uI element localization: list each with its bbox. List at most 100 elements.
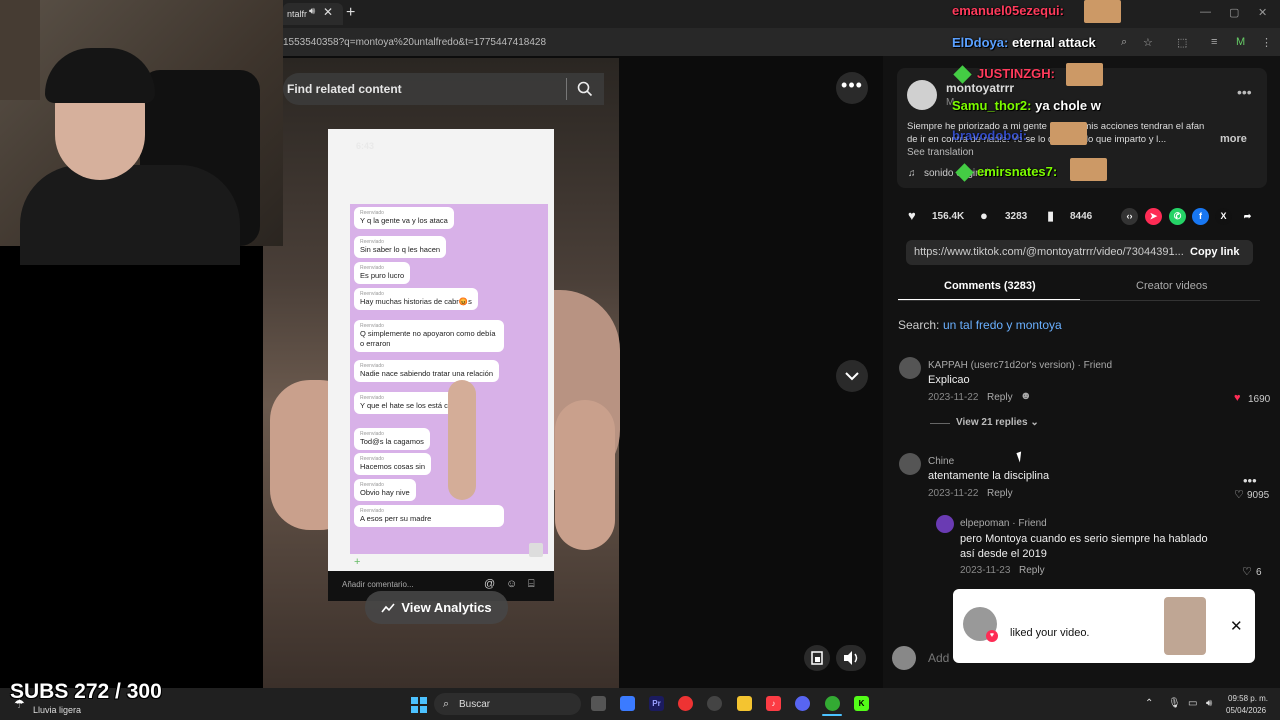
phone-time: 6:43 [356, 141, 375, 151]
search-divider [566, 78, 567, 100]
premiere-icon[interactable]: Pr [649, 696, 664, 711]
speaker-icon[interactable]: 🔊︎ [309, 6, 315, 17]
discord-icon[interactable] [795, 696, 810, 711]
tab-comments[interactable]: Comments (3283) [944, 280, 1036, 292]
author-avatar[interactable] [907, 80, 937, 110]
send-icon[interactable]: ➤ [1145, 208, 1162, 225]
network-icon[interactable]: ▭ [1188, 698, 1197, 709]
browser-menu-icon[interactable]: ⋮ [1261, 36, 1272, 49]
clock-time[interactable]: 09:58 p. m. [1228, 694, 1268, 703]
like-count: 156.4K [932, 211, 965, 222]
comment-date: 2023-11-22 [928, 392, 979, 403]
embed-icon[interactable]: ‹› [1121, 208, 1138, 225]
reading-list-icon[interactable]: ≡ [1211, 36, 1217, 48]
windows-taskbar [0, 688, 1280, 720]
heart-filled-icon[interactable]: ♥ [1234, 392, 1241, 404]
comment-count: 3283 [1005, 211, 1028, 222]
chat-bubble: Reenviado Q simplemente no apoyaron como … [354, 320, 504, 352]
share-link-url[interactable]: https://www.tiktok.com/@montoyatrrr/vide… [914, 246, 1184, 258]
url-text[interactable]: 1553540358?q=montoya%20untalfredo&t=1775… [283, 37, 546, 48]
chrome-icon[interactable] [678, 696, 693, 711]
add-comment-input[interactable]: Add [928, 651, 949, 665]
chat-bubble: Reenviado Obvio hay nive [354, 479, 416, 501]
chat-message: emanuel05ezequi: [952, 3, 1064, 18]
music-icon[interactable]: ♪ [766, 696, 781, 711]
like-notification[interactable] [953, 589, 1255, 663]
music-note-icon: ♫ [908, 168, 916, 179]
search-icon[interactable] [576, 80, 594, 98]
copilot-icon[interactable] [620, 696, 635, 711]
new-tab-icon[interactable]: + [346, 4, 355, 22]
clock-date[interactable]: 05/04/2026 [1226, 706, 1266, 715]
chat-bubble: Reenviado Hay muchas historias de cabr😡s [354, 288, 478, 310]
facebook-icon[interactable]: f [1192, 208, 1209, 225]
comment-bubble-icon[interactable]: ● [980, 208, 988, 223]
copy-link-button[interactable]: Copy link [1190, 246, 1240, 258]
next-video-button[interactable] [836, 360, 868, 392]
maximize-icon[interactable]: ▢ [1229, 6, 1239, 19]
search-suggestion-label: Search: [898, 318, 940, 332]
taskbar-search-placeholder[interactable]: Buscar [459, 699, 490, 710]
commenter-avatar[interactable] [936, 515, 954, 533]
tab-creator-videos[interactable]: Creator videos [1136, 280, 1208, 292]
taskbar-search[interactable] [434, 693, 581, 715]
chat-emote [1050, 122, 1087, 145]
reply-button[interactable]: Reply [987, 392, 1013, 403]
commenter-name[interactable]: elpepoman · Friend [960, 518, 1047, 529]
more-options-button[interactable]: ••• [836, 72, 868, 104]
profile-icon[interactable]: M [1236, 36, 1245, 48]
picture-in-picture-button[interactable] [804, 645, 830, 671]
chat-bubble-text: Tod@s la cagamos [360, 437, 424, 446]
windows-start-icon[interactable] [411, 697, 427, 713]
search-suggestion-term[interactable]: un tal fredo y montoya [943, 318, 1062, 332]
obs-icon[interactable] [707, 696, 722, 711]
document-icon [529, 543, 543, 557]
x-icon[interactable]: X [1215, 208, 1232, 225]
chrome-profile-icon[interactable] [825, 696, 840, 711]
chat-emote [1084, 0, 1121, 23]
emoji-icon: ☺ [506, 578, 518, 590]
commenter-name[interactable]: Chine [928, 456, 954, 467]
kick-icon[interactable]: K [854, 696, 869, 711]
chat-bubble-text: A esos perr su madre [360, 514, 432, 523]
chat-bubble: Reenviado Sin saber lo q les hacen [354, 236, 447, 258]
tab-divider [898, 300, 1260, 301]
microphone-icon[interactable]: 🎙︎ [1168, 698, 1181, 709]
bookmark-star-icon[interactable]: ☆ [1143, 36, 1153, 49]
commenter-avatar[interactable] [899, 453, 921, 475]
heart-outline-icon[interactable]: ♡ [1234, 488, 1244, 501]
commenter-avatar[interactable] [899, 357, 921, 379]
active-app-indicator [822, 714, 842, 716]
commenter-name[interactable]: KAPPAH (userc71d2or's version) · Friend [928, 360, 1112, 371]
search-placeholder[interactable]: Find related content [287, 82, 402, 96]
reply-button[interactable]: Reply [987, 488, 1013, 499]
like-heart-icon[interactable]: ♥ [908, 208, 916, 223]
chat-emote [1070, 158, 1107, 181]
file-explorer-icon[interactable] [737, 696, 752, 711]
whatsapp-icon[interactable]: ✆ [1169, 208, 1186, 225]
extensions-icon[interactable]: ⬚ [1177, 36, 1187, 49]
comment-like-count: 9095 [1247, 490, 1270, 501]
reply-button[interactable]: Reply [1019, 565, 1045, 576]
chat-user: Samu_thor2: [952, 98, 1032, 113]
share-icon[interactable]: ➦ [1239, 208, 1256, 225]
author-more-icon[interactable]: ••• [1237, 84, 1252, 100]
volume-button[interactable] [836, 645, 866, 671]
weather-text[interactable]: Lluvia ligera [33, 705, 81, 715]
minimize-icon[interactable]: — [1200, 6, 1211, 18]
close-window-icon[interactable]: ✕ [1258, 6, 1267, 19]
comment-more-icon[interactable]: ••• [1243, 473, 1257, 488]
bookmark-icon[interactable]: ▮ [1047, 208, 1054, 224]
caption-more-link[interactable]: more [1220, 133, 1247, 145]
tray-expand-icon[interactable]: ⌃ [1145, 698, 1153, 709]
heart-outline-icon[interactable]: ♡ [1242, 565, 1252, 578]
close-notification-icon[interactable]: ✕ [1230, 617, 1243, 635]
chat-bubble-text: Nadie nace sabiendo tratar una relación [360, 369, 494, 378]
close-tab-icon[interactable]: ✕ [323, 5, 333, 19]
view-analytics-button[interactable]: View Analytics [365, 591, 508, 624]
view-replies-label: View 21 replies [956, 417, 1028, 428]
task-view-icon[interactable] [591, 696, 606, 711]
volume-tray-icon[interactable]: 🔊︎ [1206, 698, 1212, 709]
webcam-background-furniture [0, 0, 40, 100]
view-replies-button[interactable]: View 21 replies ⌄ [956, 417, 1039, 428]
